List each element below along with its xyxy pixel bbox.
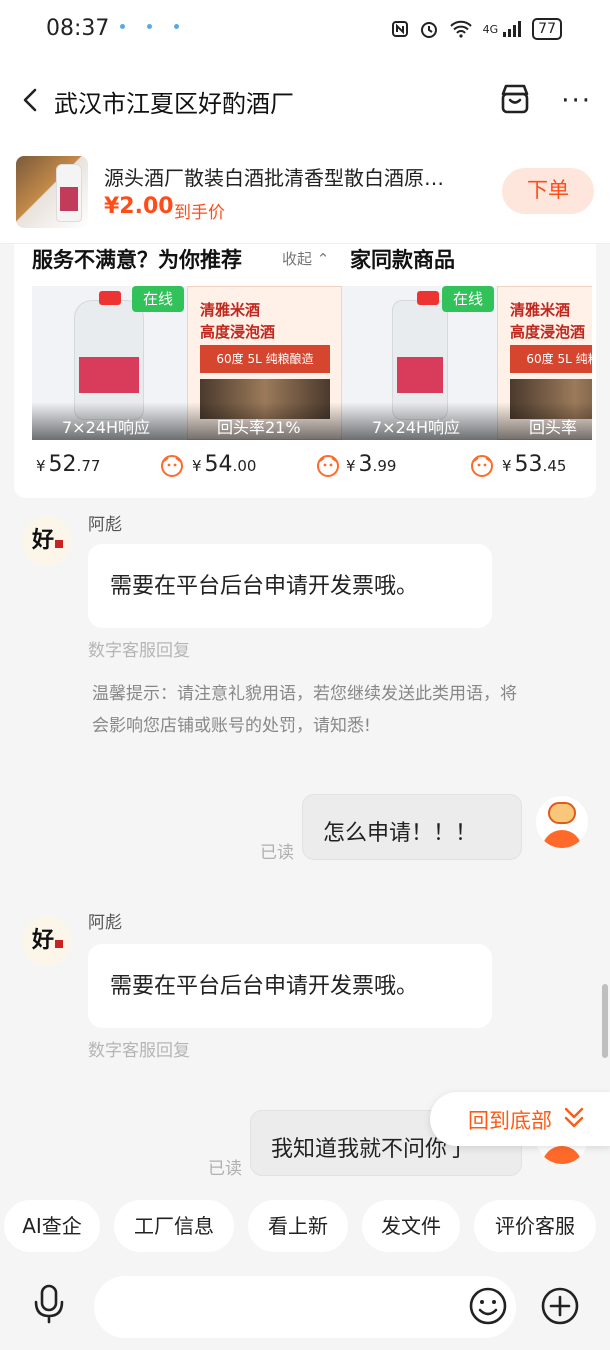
message-text: 需要在平台后台申请开发票哦。	[110, 574, 419, 599]
status-bar: 08:37 4G 77	[0, 0, 610, 60]
user-avatar[interactable]	[536, 796, 588, 848]
message-bubble[interactable]: 需要在平台后台申请开发票哦。	[88, 944, 492, 1028]
sender-name: 阿彪	[88, 515, 122, 535]
quick-actions-bar: AI查企 工厂信息 看上新 发文件 评价客服	[0, 1196, 610, 1258]
quick-action-send-file[interactable]: 发文件	[362, 1200, 460, 1252]
recommendation-item[interactable]: 在线 7×24H响应	[342, 286, 497, 440]
quick-action-rate-service[interactable]: 评价客服	[474, 1200, 596, 1252]
microphone-icon[interactable]	[32, 1284, 66, 1324]
shop-title: 武汉市江夏区好酌酒厂	[54, 90, 294, 118]
recommendation-list-2: 在线 7×24H响应 清雅米酒 高度浸泡酒 60度 5L 纯粮酿造 回头率	[342, 286, 592, 442]
product-card[interactable]: 源头酒厂散装白酒批清香型散白酒原… ¥2.00 到手价 下单	[0, 140, 610, 244]
back-to-bottom-label: 回到底部	[468, 1109, 552, 1133]
price: ¥54.00	[192, 452, 257, 477]
poster-text: 60度 5L 纯粮酿造	[510, 345, 592, 373]
emoji-icon[interactable]	[468, 1286, 508, 1326]
battery-icon: 77	[532, 18, 562, 40]
sender-name: 阿彪	[88, 913, 122, 933]
back-arrow-icon[interactable]	[18, 86, 44, 114]
product-thumbnail[interactable]	[16, 156, 88, 228]
nav-bar: 武汉市江夏区好酌酒厂 ···	[0, 60, 610, 140]
status-icons: 4G 77	[391, 18, 562, 40]
shop-avatar[interactable]: 好	[22, 916, 72, 966]
back-to-bottom-button[interactable]: 回到底部	[430, 1092, 610, 1146]
recommendation-item[interactable]: 清雅米酒 高度浸泡酒 60度 5L 纯粮酿造 回头率	[497, 286, 592, 440]
scrollbar[interactable]	[602, 984, 608, 1058]
nfc-icon	[391, 21, 408, 37]
poster-text: 清雅米酒	[200, 301, 261, 319]
network-type: 4G	[482, 22, 499, 36]
recommendation-title: 服务不满意？为你推荐	[32, 248, 242, 272]
double-chevron-down-icon	[564, 1107, 584, 1128]
status-time: 08:37	[46, 16, 110, 41]
quick-action-new-arrivals[interactable]: 看上新	[248, 1200, 348, 1252]
service-tag: 7×24H响应	[372, 418, 460, 437]
customer-service-icon[interactable]	[316, 454, 340, 478]
collapse-button[interactable]: 收起 ⌃	[276, 246, 336, 272]
recommendation-card: 服务不满意？为你推荐 收起 ⌃ 家同款商品 在线 7×24H响应 清雅米酒 高度…	[14, 244, 596, 498]
product-price: ¥2.00	[104, 194, 174, 219]
online-badge: 在线	[442, 286, 494, 312]
recommendation-item[interactable]: 在线 7×24H响应	[32, 286, 187, 440]
wifi-icon	[449, 20, 472, 38]
price: ¥3.99	[346, 452, 397, 477]
recommendation-title-suffix: 家同款商品	[350, 248, 455, 272]
poster-text: 清雅米酒	[510, 301, 571, 319]
price: ¥53.45	[502, 452, 567, 477]
warning-notice: 温馨提示：请注意礼貌用语，若您继续发送此类用语，将会影响您店铺或账号的处罚，请知…	[92, 684, 517, 736]
service-tag: 回头率21%	[217, 418, 301, 437]
message-bubble[interactable]: 需要在平台后台申请开发票哦。	[88, 544, 492, 628]
read-status: 已读	[208, 1159, 242, 1179]
alarm-icon	[420, 22, 437, 38]
poster-text: 高度浸泡酒	[510, 323, 586, 341]
plus-icon[interactable]	[540, 1286, 580, 1326]
online-badge: 在线	[132, 286, 184, 312]
poster-text: 60度 5L 纯粮酿造	[200, 345, 330, 373]
notification-dots	[120, 24, 179, 29]
order-button[interactable]: 下单	[502, 168, 594, 214]
price: ¥52.77	[36, 452, 101, 477]
message-text: 怎么申请！！！	[323, 821, 478, 846]
recommendation-prices: ¥52.77 ¥54.00 ¥3.99 ¥53.45	[36, 452, 596, 482]
message-bubble[interactable]: 怎么申请！！！	[302, 794, 522, 860]
customer-service-icon[interactable]	[470, 454, 494, 478]
poster-text: 高度浸泡酒	[200, 323, 276, 341]
quick-action-ai-check[interactable]: AI查企	[4, 1200, 100, 1252]
input-bar	[0, 1262, 610, 1350]
shop-icon[interactable]	[498, 82, 532, 116]
customer-service-icon[interactable]	[160, 454, 184, 478]
product-title: 源头酒厂散装白酒批清香型散白酒原…	[104, 166, 444, 190]
more-dots-icon[interactable]: ···	[561, 86, 592, 116]
shop-avatar[interactable]: 好	[22, 516, 72, 566]
recommendation-item[interactable]: 清雅米酒 高度浸泡酒 60度 5L 纯粮酿造 回头率21%	[187, 286, 342, 440]
reply-source-note: 数字客服回复	[88, 1041, 190, 1061]
message-input[interactable]	[94, 1276, 516, 1338]
signal-icon	[503, 21, 522, 37]
message-text: 需要在平台后台申请开发票哦。	[110, 974, 419, 999]
product-price-note: 到手价	[174, 203, 225, 223]
quick-action-factory-info[interactable]: 工厂信息	[114, 1200, 234, 1252]
service-tag: 回头率	[529, 418, 578, 437]
reply-source-note: 数字客服回复	[88, 641, 190, 661]
read-status: 已读	[260, 843, 294, 863]
service-tag: 7×24H响应	[62, 418, 150, 437]
